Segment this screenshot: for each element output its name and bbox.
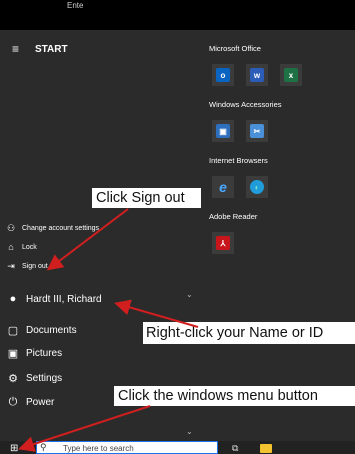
task-view-icon[interactable]: ⧉ bbox=[232, 443, 238, 454]
chevron-down-icon: ⌄ bbox=[186, 427, 193, 436]
change-account-settings-label: Change account settings bbox=[22, 224, 100, 232]
search-icon: ⚲ bbox=[40, 442, 47, 452]
callout-sign-out-text: Click Sign out bbox=[96, 190, 185, 206]
file-explorer-icon[interactable] bbox=[260, 444, 272, 453]
window-caption: Ente bbox=[67, 1, 84, 10]
user-name: Hardt III, Richard bbox=[26, 293, 102, 305]
picture-icon: ▣ bbox=[7, 347, 19, 360]
callout-name-or-id-text: Right-click your Name or ID bbox=[146, 325, 324, 341]
lock-icon: ⌂ bbox=[8, 242, 14, 252]
remote-desktop-icon: ▣ bbox=[216, 124, 230, 138]
avatar-icon: ● bbox=[9, 293, 17, 305]
word-icon: w bbox=[250, 68, 264, 82]
excel-icon: x bbox=[284, 68, 298, 82]
chevron-down-icon: ⌄ bbox=[186, 290, 193, 299]
callout-windows-menu: Click the windows menu button bbox=[114, 386, 355, 406]
callout-sign-out: Click Sign out bbox=[92, 188, 201, 208]
sign-out-item[interactable]: ⇥ Sign out bbox=[0, 257, 168, 275]
internet-explorer-tile[interactable]: e bbox=[212, 176, 234, 198]
change-account-settings-item[interactable]: ⚇ Change account settings bbox=[0, 219, 168, 237]
sign-out-label: Sign out bbox=[22, 262, 48, 270]
snipping-tool-icon: ✂ bbox=[250, 124, 264, 138]
snipping-tool-tile[interactable]: ✂ bbox=[246, 120, 268, 142]
power-icon: ⏻ bbox=[8, 395, 18, 408]
person-key-icon: ⚇ bbox=[6, 222, 16, 233]
lock-item[interactable]: ⌂ Lock bbox=[0, 238, 168, 256]
window-caption-bar: Ente bbox=[0, 0, 355, 30]
gear-icon: ⚙ bbox=[8, 372, 18, 385]
remote-desktop-tile[interactable]: ▣ bbox=[212, 120, 234, 142]
documents-label: Documents bbox=[26, 324, 77, 336]
windows-start-button[interactable]: ⊞ bbox=[10, 443, 24, 454]
edge-icon: ◐ bbox=[250, 180, 264, 194]
settings-label: Settings bbox=[26, 372, 63, 384]
pictures-label: Pictures bbox=[26, 347, 63, 359]
outlook-icon: o bbox=[216, 68, 230, 82]
user-account-item[interactable]: ● Hardt III, Richard bbox=[0, 288, 168, 310]
hamburger-icon[interactable]: ≡ bbox=[12, 42, 19, 56]
document-icon: ▢ bbox=[7, 324, 19, 337]
group-title-internet-browsers: Internet Browsers bbox=[209, 156, 268, 165]
adobe-reader-icon: ⅄ bbox=[216, 236, 230, 250]
callout-name-or-id: Right-click your Name or ID bbox=[143, 322, 355, 344]
internet-explorer-icon: e bbox=[219, 179, 227, 195]
group-title-adobe-reader: Adobe Reader bbox=[209, 212, 258, 221]
callout-windows-menu-text: Click the windows menu button bbox=[118, 388, 318, 404]
power-label: Power bbox=[26, 396, 55, 408]
search-placeholder: Type here to search bbox=[63, 444, 134, 453]
adobe-reader-tile[interactable]: ⅄ bbox=[212, 232, 234, 254]
lock-label: Lock bbox=[22, 243, 37, 251]
group-title-microsoft-office: Microsoft Office bbox=[209, 44, 261, 53]
group-title-windows-accessories: Windows Accessories bbox=[209, 100, 282, 109]
start-menu-scroll-column bbox=[168, 30, 196, 446]
excel-tile[interactable]: x bbox=[280, 64, 302, 86]
sign-out-icon: ⇥ bbox=[7, 260, 15, 271]
edge-tile[interactable]: ◐ bbox=[246, 176, 268, 198]
start-title: START bbox=[35, 44, 68, 55]
taskbar-search-input[interactable]: ⚲ Type here to search bbox=[36, 441, 218, 454]
pictures-item[interactable]: ▣ Pictures bbox=[0, 342, 168, 364]
outlook-tile[interactable]: o bbox=[212, 64, 234, 86]
word-tile[interactable]: w bbox=[246, 64, 268, 86]
